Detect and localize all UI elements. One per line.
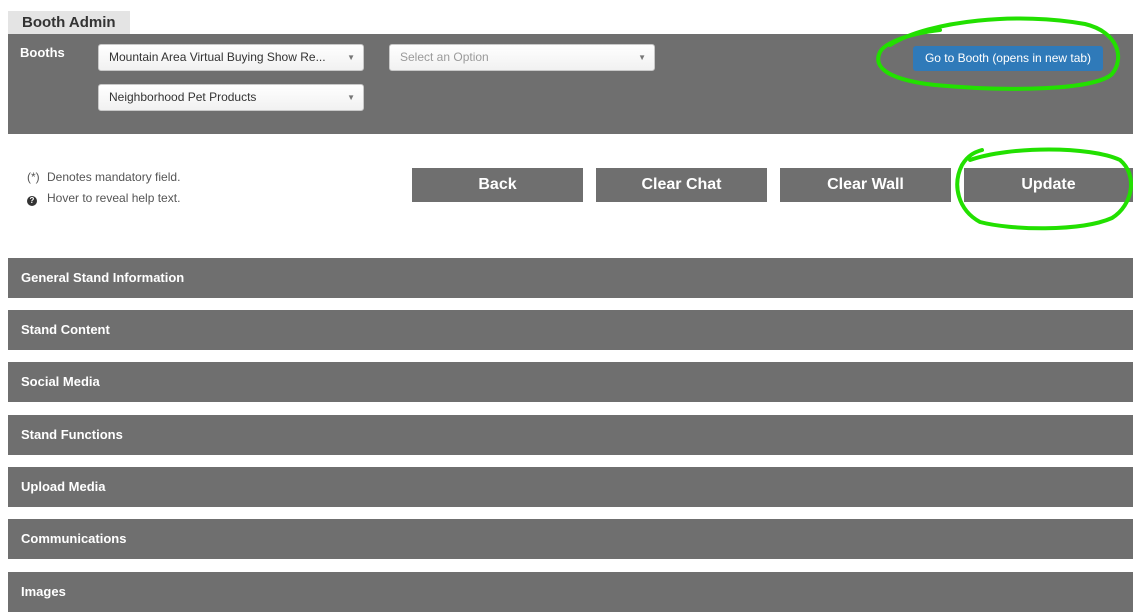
chevron-down-icon: ▼ bbox=[347, 53, 355, 62]
section-general-stand-information[interactable]: General Stand Information bbox=[8, 258, 1133, 298]
help-note-text: Hover to reveal help text. bbox=[47, 191, 181, 205]
mandatory-symbol: (*) bbox=[27, 170, 40, 184]
section-social-media[interactable]: Social Media bbox=[8, 362, 1133, 402]
section-communications[interactable]: Communications bbox=[8, 519, 1133, 559]
back-button[interactable]: Back bbox=[412, 168, 583, 202]
event-select[interactable]: Mountain Area Virtual Buying Show Re... … bbox=[98, 44, 364, 71]
section-upload-media[interactable]: Upload Media bbox=[8, 467, 1133, 507]
booths-label: Booths bbox=[20, 45, 65, 60]
booth-selector-panel: Booths Mountain Area Virtual Buying Show… bbox=[8, 34, 1133, 134]
help-icon-wrap: ? bbox=[27, 188, 47, 209]
help-note: ? Hover to reveal help text. bbox=[27, 188, 180, 209]
clear-chat-button[interactable]: Clear Chat bbox=[596, 168, 767, 202]
exhibitor-select-value: Neighborhood Pet Products bbox=[109, 90, 257, 104]
chevron-down-icon: ▼ bbox=[638, 53, 646, 62]
mandatory-note: (*) Denotes mandatory field. bbox=[27, 167, 180, 188]
event-select-value: Mountain Area Virtual Buying Show Re... bbox=[109, 50, 326, 64]
section-stand-functions[interactable]: Stand Functions bbox=[8, 415, 1133, 455]
section-stand-content[interactable]: Stand Content bbox=[8, 310, 1133, 350]
form-notes: (*) Denotes mandatory field. ? Hover to re… bbox=[27, 167, 180, 209]
question-circle-icon: ? bbox=[27, 196, 37, 206]
option-select[interactable]: Select an Option ▼ bbox=[389, 44, 655, 71]
option-select-placeholder: Select an Option bbox=[400, 50, 489, 64]
tab-booth-admin[interactable]: Booth Admin bbox=[8, 11, 130, 34]
chevron-down-icon: ▼ bbox=[347, 93, 355, 102]
go-to-booth-button[interactable]: Go to Booth (opens in new tab) bbox=[913, 46, 1103, 71]
mandatory-note-text: Denotes mandatory field. bbox=[47, 170, 181, 184]
section-images[interactable]: Images bbox=[8, 572, 1133, 612]
clear-wall-button[interactable]: Clear Wall bbox=[780, 168, 951, 202]
exhibitor-select[interactable]: Neighborhood Pet Products ▼ bbox=[98, 84, 364, 111]
update-button[interactable]: Update bbox=[964, 168, 1133, 202]
